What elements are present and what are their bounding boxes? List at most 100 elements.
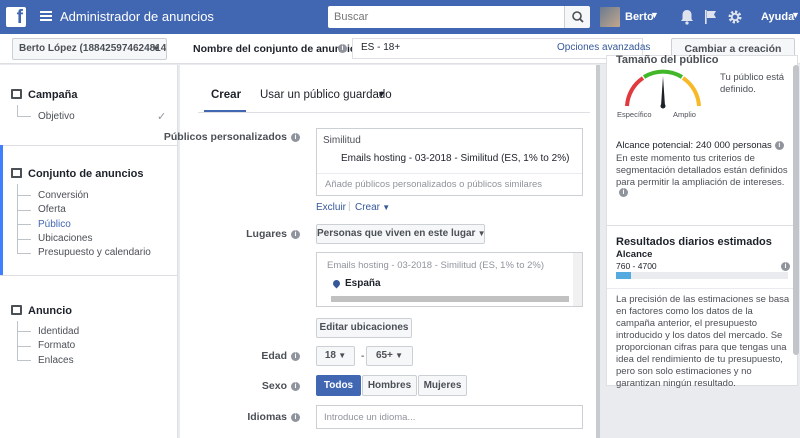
- location-pin-icon: [331, 278, 342, 289]
- top-bar: f Administrador de anuncios Berto ▼ Ayud…: [0, 0, 800, 34]
- tree-connector: [17, 116, 31, 117]
- nav-item-oferta[interactable]: Oferta: [38, 204, 66, 215]
- nav-item-identidad[interactable]: Identidad: [38, 326, 79, 337]
- account-selector[interactable]: Berto López (188425974624814) ▼: [12, 38, 167, 60]
- dropdown-label: Personas que viven en este lugar: [317, 228, 476, 239]
- tab-create[interactable]: Crear: [211, 89, 241, 101]
- custom-audiences-label: Públicos personalizados i: [164, 131, 300, 143]
- tree-connector: [17, 195, 31, 196]
- reach-bar-fill: [616, 272, 632, 279]
- info-icon[interactable]: i: [781, 262, 790, 271]
- daily-results-card: Resultados diarios estimados Alcance 760…: [606, 225, 798, 389]
- nav-section-ad[interactable]: Anuncio: [11, 305, 72, 317]
- gauge-label-broad: Amplio: [673, 110, 696, 119]
- link-text: Crear: [355, 202, 381, 213]
- info-icon[interactable]: i: [291, 132, 300, 142]
- chevron-down-icon[interactable]: ▼: [791, 10, 800, 20]
- potential-reach: Alcance potencial: 240 000 personas i: [616, 140, 784, 151]
- caret-down-icon[interactable]: ▼: [377, 89, 386, 99]
- nav-item-conversion[interactable]: Conversión: [38, 190, 89, 201]
- audience-size-title: Tamaño del público: [616, 54, 719, 66]
- notifications-bell-icon[interactable]: [679, 8, 695, 26]
- divider: [198, 112, 590, 113]
- potential-reach-text: Alcance potencial: 240 000 personas: [616, 140, 772, 151]
- chevron-down-icon[interactable]: ▼: [650, 10, 659, 20]
- help-menu[interactable]: Ayuda: [761, 11, 794, 23]
- reach-bar: [616, 272, 788, 279]
- create-audience-link[interactable]: Crear ▼: [355, 202, 390, 213]
- audience-size-gauge: [625, 69, 701, 109]
- gear-icon[interactable]: [727, 8, 743, 26]
- divider: [607, 288, 797, 289]
- gender-men-button[interactable]: Hombres: [362, 375, 417, 396]
- nav-item-ubicaciones[interactable]: Ubicaciones: [38, 233, 92, 244]
- horizontal-scrollbar[interactable]: [331, 296, 569, 302]
- select-value: 18: [324, 350, 336, 361]
- facebook-logo[interactable]: f: [6, 7, 26, 27]
- gauge-label-specific: Específico: [617, 110, 652, 119]
- chevron-down-icon: ▼: [152, 44, 160, 53]
- info-icon[interactable]: i: [291, 229, 300, 239]
- age-min-select[interactable]: 18 ▼: [316, 346, 355, 366]
- field-label-text: Públicos personalizados: [163, 131, 287, 143]
- nav-section-adset[interactable]: Conjunto de anuncios: [11, 168, 144, 180]
- hamburger-menu-icon[interactable]: [40, 11, 52, 21]
- info-icon[interactable]: i: [619, 188, 628, 197]
- nav-section-title: Campaña: [28, 89, 78, 101]
- exclude-link[interactable]: Excluir: [316, 202, 346, 213]
- criteria-text: En este momento tus criterios de segment…: [616, 153, 788, 188]
- reach-range: 760 - 4700: [616, 261, 657, 271]
- edit-locations-button[interactable]: Editar ubicaciones: [316, 318, 412, 338]
- location-type-dropdown[interactable]: Personas que viven en este lugar ▼: [316, 224, 486, 244]
- right-panel-scrollbar[interactable]: [793, 65, 799, 355]
- custom-audiences-input[interactable]: Añade públicos personalizados o públicos…: [325, 179, 542, 190]
- age-separator: -: [361, 351, 365, 362]
- language-input[interactable]: Introduce un idioma...: [316, 405, 583, 429]
- field-label-text: Lugares: [246, 228, 287, 240]
- nav-item-objetivo[interactable]: Objetivo: [38, 111, 75, 122]
- divider: [0, 145, 177, 146]
- avatar[interactable]: [600, 7, 620, 27]
- nav-section-campaign[interactable]: Campaña: [11, 89, 78, 101]
- advanced-options-link[interactable]: Opciones avanzadas: [557, 42, 650, 53]
- field-label-text: Idiomas: [247, 411, 287, 423]
- active-section-indicator: [0, 145, 3, 275]
- info-icon[interactable]: i: [338, 44, 347, 53]
- locations-label: Lugares i: [246, 228, 300, 240]
- audience-editor: Crear Usar un público guardado ▼ Público…: [164, 65, 596, 438]
- search-input[interactable]: [328, 6, 564, 28]
- info-icon[interactable]: i: [291, 381, 300, 391]
- age-max-select[interactable]: 65+ ▼: [366, 346, 413, 366]
- location-country[interactable]: España: [345, 278, 381, 289]
- info-icon[interactable]: i: [291, 351, 300, 361]
- vertical-scrollbar[interactable]: [573, 253, 582, 306]
- selected-audience[interactable]: Emails hosting - 03-2018 - Similitud (ES…: [341, 153, 569, 164]
- nav-item-enlaces[interactable]: Enlaces: [38, 355, 74, 366]
- divider: [317, 173, 582, 174]
- nav-item-publico[interactable]: Público: [38, 219, 71, 230]
- estimate-disclaimer: La precisión de las estimaciones se basa…: [616, 294, 790, 389]
- tree-connector: [17, 210, 31, 211]
- app-title[interactable]: Administrador de anuncios: [60, 9, 214, 24]
- location-group-label: Emails hosting - 03-2018 - Similitud (ES…: [327, 260, 545, 271]
- select-value: 65+: [375, 350, 393, 361]
- caret-down-icon: ▼: [392, 351, 404, 360]
- gender-label: Sexo i: [262, 380, 300, 392]
- account-selector-label: Berto López (188425974624814): [19, 43, 167, 54]
- nav-item-formato[interactable]: Formato: [38, 340, 75, 351]
- tree-connector: [17, 239, 31, 240]
- tab-saved-audience[interactable]: Usar un público guardado: [260, 89, 392, 101]
- gender-women-button[interactable]: Mujeres: [418, 375, 467, 396]
- tree-connector: [17, 253, 31, 254]
- info-icon[interactable]: i: [291, 412, 300, 422]
- left-navigation: Campaña Objetivo Conjunto de anuncios Co…: [0, 65, 178, 438]
- audience-group-label: Similitud: [323, 135, 361, 146]
- flag-icon[interactable]: [703, 8, 719, 26]
- gender-all-button[interactable]: Todos: [316, 375, 361, 396]
- age-label: Edad i: [261, 350, 300, 362]
- info-icon[interactable]: i: [774, 140, 784, 150]
- nav-item-presupuesto[interactable]: Presupuesto y calendario: [38, 247, 151, 258]
- search-button[interactable]: [564, 6, 590, 28]
- search-icon: [572, 11, 584, 23]
- caret-down-icon: ▼: [335, 351, 347, 360]
